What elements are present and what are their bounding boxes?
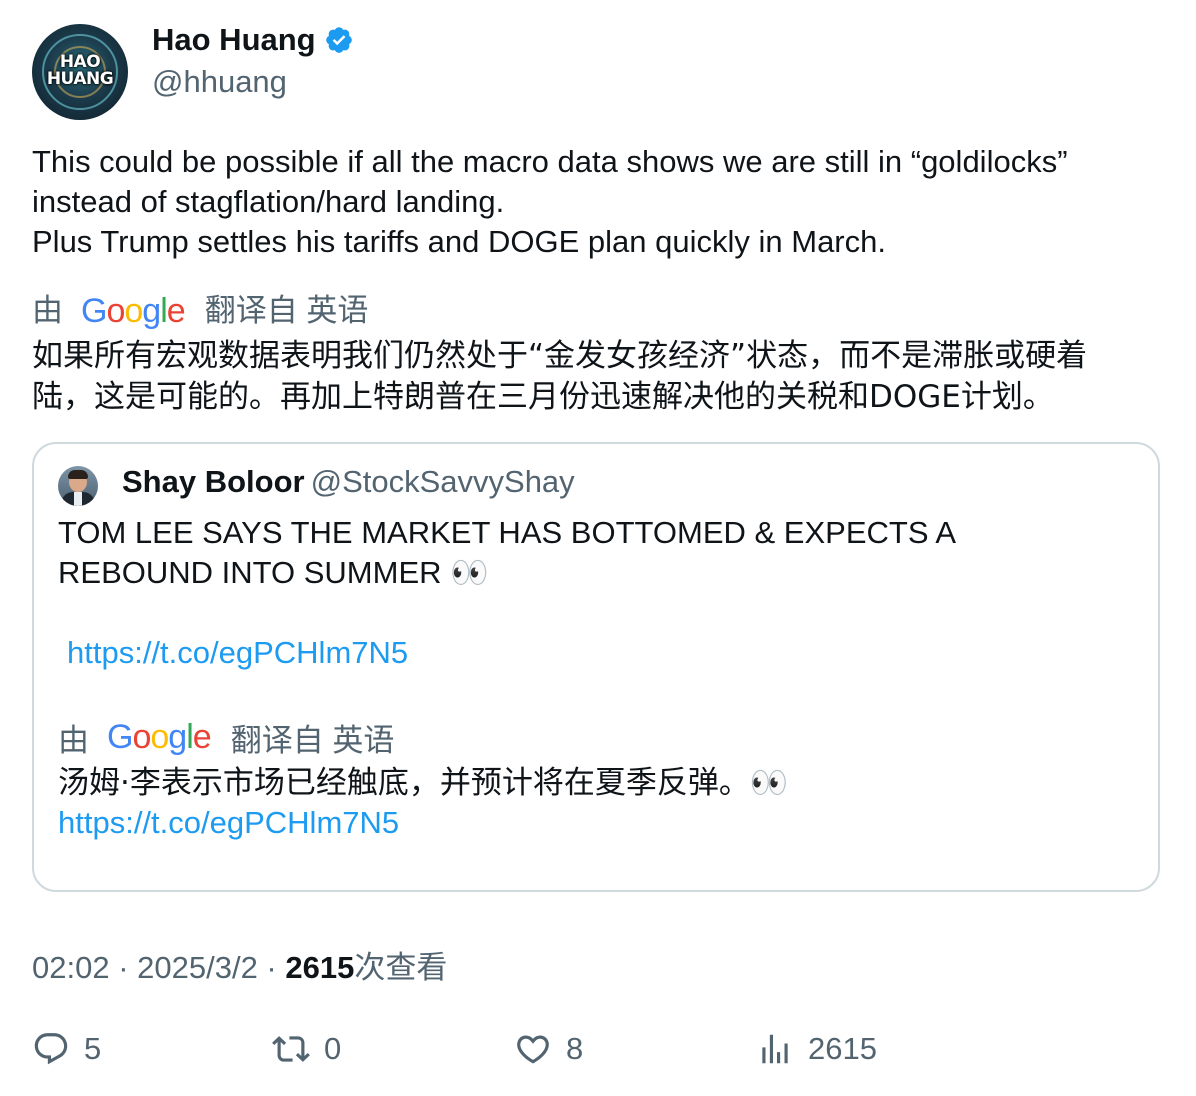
tweet-line: instead of stagflation/hard landing.: [32, 184, 505, 219]
author-name-text: Hao Huang: [152, 22, 316, 57]
heart-icon: [517, 1035, 549, 1064]
quoted-author-avatar: [58, 466, 98, 506]
translate-from-label: 翻译自 英语: [204, 293, 369, 328]
like-button[interactable]: 8: [514, 1030, 583, 1068]
view-count: 2615: [285, 950, 355, 985]
translate-by-label: 由: [58, 723, 89, 758]
google-logo: Google: [81, 292, 186, 330]
repost-icon: [272, 1036, 310, 1062]
translation-attribution: 由 Google 翻译自 英语: [32, 291, 1152, 331]
quoted-author-handle: @StockSavvyShay: [310, 464, 575, 499]
views-button[interactable]: 2615: [756, 1030, 877, 1068]
quoted-link[interactable]: https://t.co/egPCHlm7N5: [67, 635, 408, 670]
reply-count: 5: [84, 1031, 102, 1066]
views-count: 2615: [808, 1031, 877, 1066]
quoted-line: REBOUND INTO SUMMER 👀: [58, 555, 489, 590]
translate-from-label: 翻译自 英语: [230, 723, 395, 758]
tweet-translation: 如果所有宏观数据表明我们仍然处于“金发女孩经济”状态，而不是滞胀或硬着 陆，这是…: [32, 336, 1162, 418]
quoted-translated-line: 汤姆·李表示市场已经触底，并预计将在夏季反弹。👀: [58, 765, 789, 801]
tweet-line: This could be possible if all the macro …: [32, 144, 1068, 179]
quoted-author: Shay Boloor @StockSavvyShay: [122, 464, 575, 500]
quoted-translation: 汤姆·李表示市场已经触底，并预计将在夏季反弹。👀 https://t.co/eg…: [58, 763, 1138, 843]
quoted-author-name: Shay Boloor: [122, 464, 305, 499]
tweet-text: This could be possible if all the macro …: [32, 142, 1152, 331]
quoted-translation-attribution: 由 Google 翻译自 英语: [58, 715, 394, 760]
verified-badge-icon: [325, 27, 352, 53]
reply-icon: [34, 1033, 68, 1065]
author-display-name[interactable]: Hao Huang: [152, 22, 354, 58]
quoted-tweet-text: TOM LEE SAYS THE MARKET HAS BOTTOMED & E…: [58, 513, 1138, 673]
translated-line: 陆，这是可能的。再加上特朗普在三月份迅速解决他的关税和DOGE计划。: [32, 379, 1054, 415]
reply-button[interactable]: 5: [32, 1030, 101, 1068]
repost-button[interactable]: 0: [272, 1030, 341, 1068]
analytics-icon: [762, 1034, 788, 1064]
tweet-line: Plus Trump settles his tariffs and DOGE …: [32, 224, 886, 259]
tweet-time[interactable]: 02:02: [32, 950, 110, 985]
quoted-line: TOM LEE SAYS THE MARKET HAS BOTTOMED & E…: [58, 515, 957, 550]
like-count: 8: [566, 1031, 584, 1066]
avatar-text-line2: HUANG: [46, 69, 114, 89]
view-count-label: 次查看: [354, 950, 448, 985]
author-handle[interactable]: @hhuang: [152, 64, 287, 100]
quoted-translated-link[interactable]: https://t.co/egPCHlm7N5: [58, 805, 399, 840]
tweet-date[interactable]: 2025/3/2: [137, 950, 258, 985]
google-logo: Google: [107, 718, 212, 756]
author-avatar[interactable]: HAO HUANG: [32, 24, 128, 120]
translated-line: 如果所有宏观数据表明我们仍然处于“金发女孩经济”状态，而不是滞胀或硬着: [32, 338, 1088, 374]
translate-by-label: 由: [32, 293, 63, 328]
repost-count: 0: [324, 1031, 342, 1066]
tweet-meta: 02:02 · 2025/3/2 · 2615次查看: [32, 950, 448, 985]
